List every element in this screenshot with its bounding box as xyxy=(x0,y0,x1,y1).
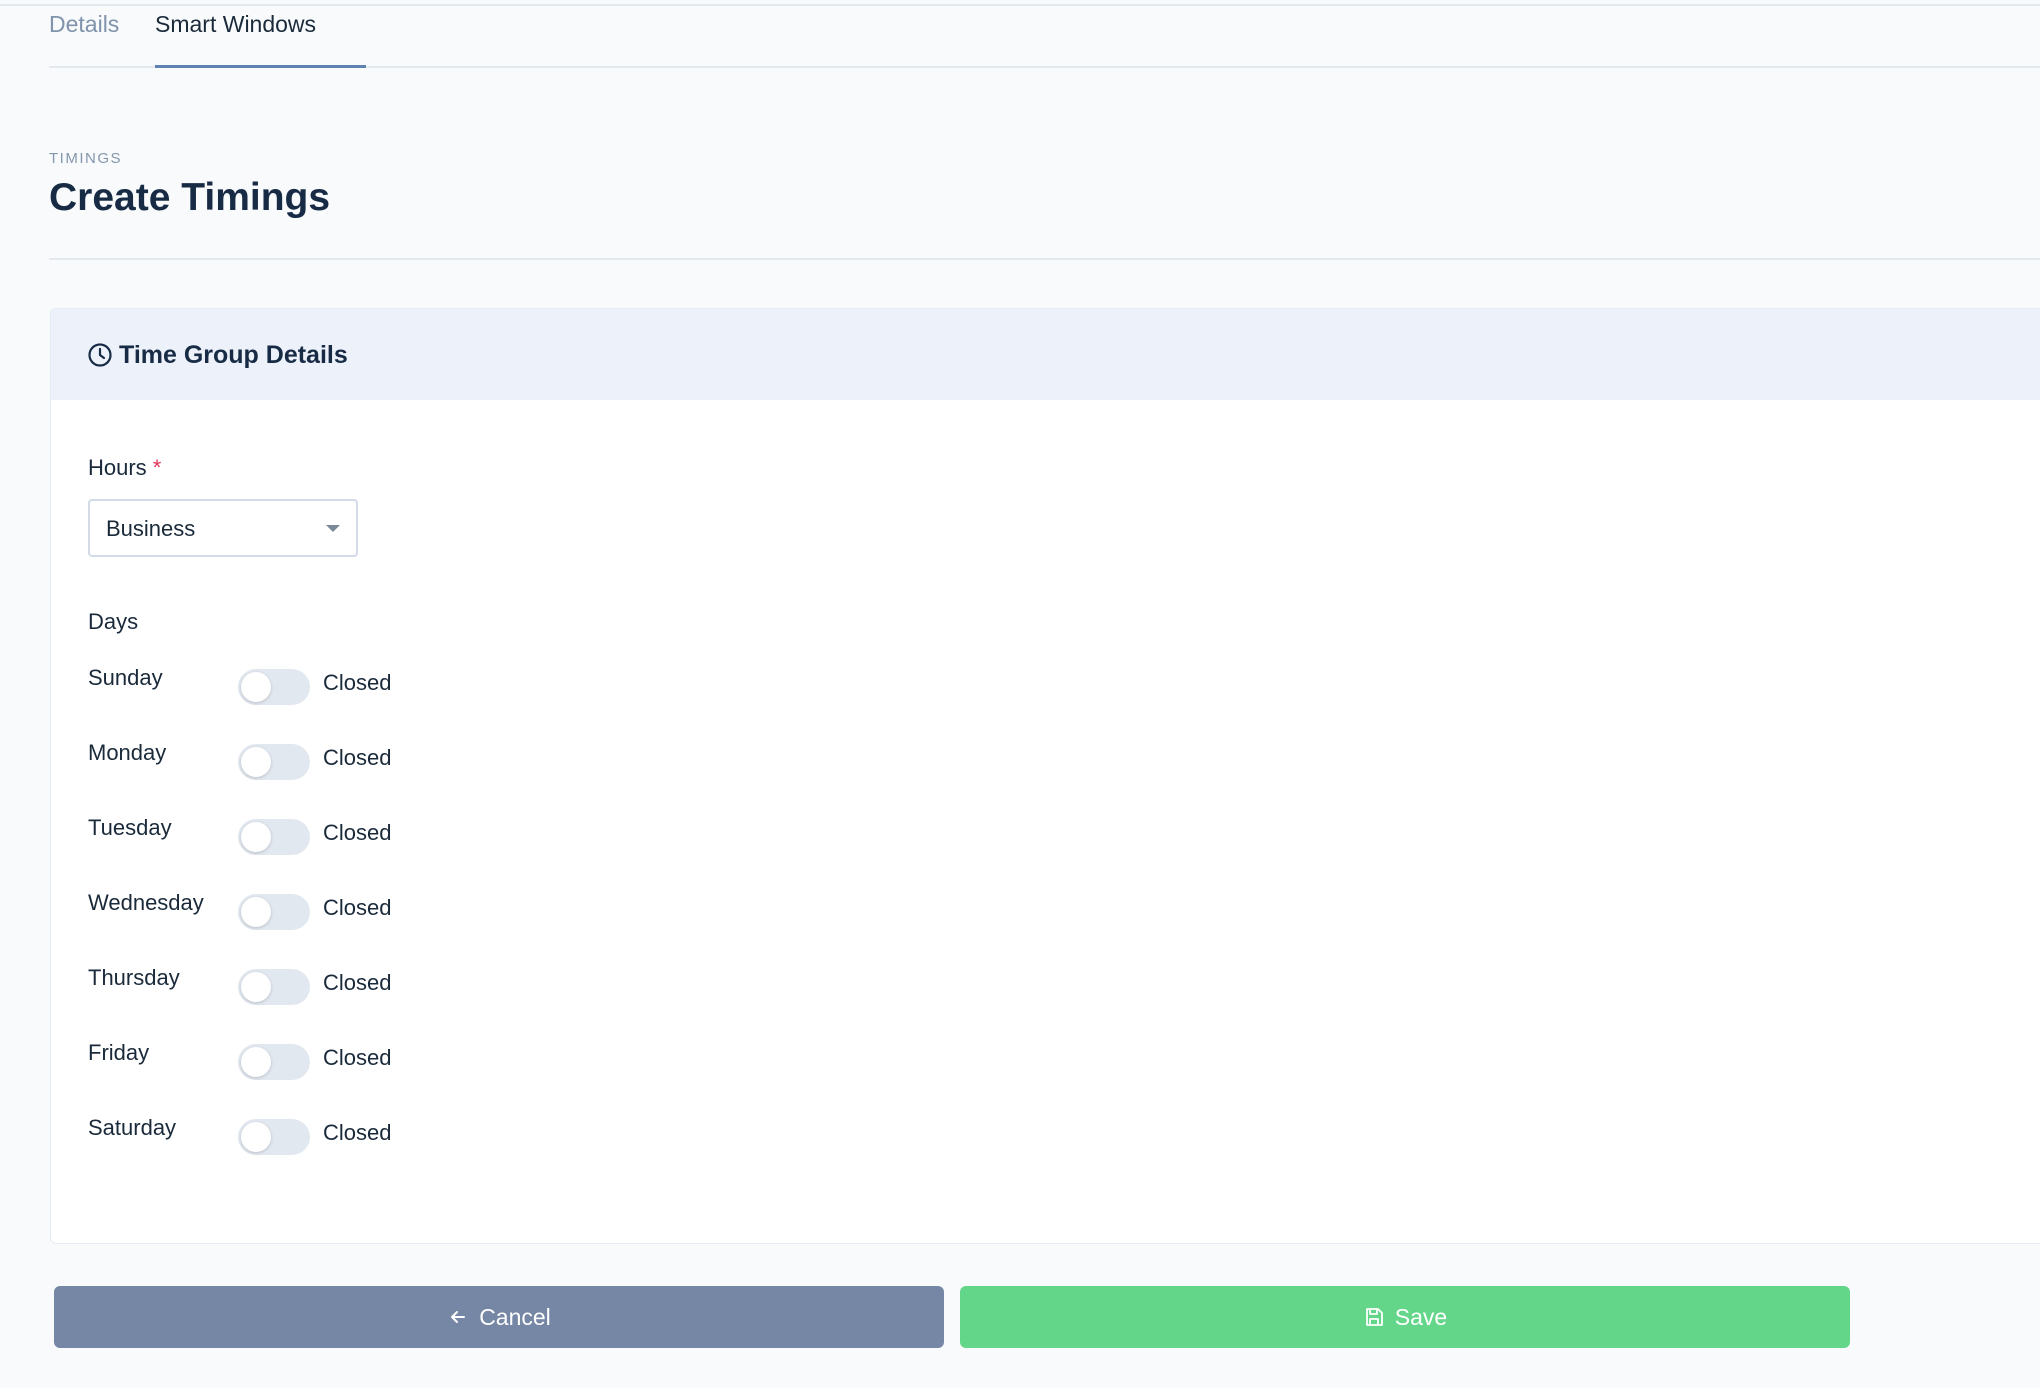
day-status: Closed xyxy=(323,670,392,695)
toggle-monday[interactable] xyxy=(238,744,310,780)
day-name: Saturday xyxy=(88,1115,177,1140)
cancel-button[interactable]: Cancel xyxy=(54,1286,944,1348)
day-name: Thursday xyxy=(88,965,180,990)
day-name: Sunday xyxy=(88,665,163,690)
hours-select[interactable]: Business xyxy=(88,499,358,557)
toggle-knob xyxy=(241,672,271,702)
day-name: Monday xyxy=(88,740,167,765)
arrow-left-icon xyxy=(451,1311,466,1323)
card-title: Time Group Details xyxy=(119,341,348,369)
toggle-knob xyxy=(241,822,271,852)
cancel-label: Cancel xyxy=(479,1303,551,1330)
day-status: Closed xyxy=(323,895,392,920)
toggle-knob xyxy=(241,972,271,1002)
clock-icon xyxy=(88,343,112,367)
save-icon xyxy=(1365,1308,1383,1326)
tab-bar: Details Smart Windows xyxy=(49,6,2040,68)
days-label: Days xyxy=(88,609,139,634)
hours-label: Hours * xyxy=(88,455,161,481)
day-row-monday: Monday Closed xyxy=(88,740,488,780)
day-status: Closed xyxy=(323,1045,392,1070)
day-row-saturday: Saturday Closed xyxy=(88,1115,488,1155)
section-eyebrow: TIMINGS xyxy=(49,150,122,167)
toggle-sunday[interactable] xyxy=(238,669,310,705)
page-title: Create Timings xyxy=(49,176,331,219)
toggle-knob xyxy=(241,1047,271,1077)
hours-select-value: Business xyxy=(106,516,196,541)
toggle-tuesday[interactable] xyxy=(238,819,310,855)
toggle-friday[interactable] xyxy=(238,1044,310,1080)
toggle-thursday[interactable] xyxy=(238,969,310,1005)
day-name: Friday xyxy=(88,1040,150,1065)
day-status: Closed xyxy=(323,745,392,770)
day-status: Closed xyxy=(323,1120,392,1145)
day-row-tuesday: Tuesday Closed xyxy=(88,815,488,855)
day-name: Tuesday xyxy=(88,815,172,840)
tab-details[interactable]: Details xyxy=(49,6,129,66)
toggle-wednesday[interactable] xyxy=(238,894,310,930)
card-header: Time Group Details xyxy=(51,309,2040,400)
day-row-wednesday: Wednesday Closed xyxy=(88,890,488,930)
save-label: Save xyxy=(1394,1303,1448,1330)
day-row-sunday: Sunday Closed xyxy=(88,665,488,705)
save-button[interactable]: Save xyxy=(960,1286,1850,1348)
day-row-thursday: Thursday Closed xyxy=(88,965,488,1005)
required-mark: * xyxy=(152,455,162,480)
toggle-saturday[interactable] xyxy=(238,1119,310,1155)
tab-smart-windows[interactable]: Smart Windows xyxy=(155,6,366,68)
day-name: Wednesday xyxy=(88,890,204,915)
toggle-knob xyxy=(241,1122,271,1152)
hours-label-text: Hours xyxy=(88,455,147,480)
toggle-knob xyxy=(241,897,271,927)
day-status: Closed xyxy=(323,970,392,995)
day-row-friday: Friday Closed xyxy=(88,1040,488,1080)
time-group-card: Time Group Details Hours * Business Days … xyxy=(50,308,2040,1244)
header-divider xyxy=(49,258,2040,260)
caret-down-icon xyxy=(326,525,340,532)
day-status: Closed xyxy=(323,820,392,845)
toggle-knob xyxy=(241,747,271,777)
